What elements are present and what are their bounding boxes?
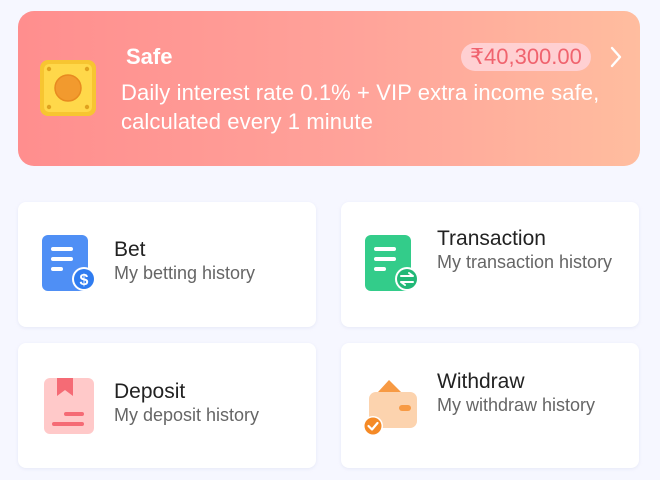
safe-box-icon (40, 60, 96, 116)
withdraw-history-tile[interactable]: Withdraw My withdraw history (341, 343, 639, 468)
bet-history-tile[interactable]: $ Bet My betting history (18, 202, 316, 327)
withdraw-title: Withdraw (437, 370, 525, 393)
deposit-history-tile[interactable]: Deposit My deposit history (18, 343, 316, 468)
deposit-subtitle: My deposit history (114, 405, 260, 425)
account-history-panel: Safe ₹40,300.00 Daily interest rate 0.1%… (0, 0, 660, 480)
deposit-history-icon (44, 378, 94, 434)
safe-balance: ₹40,300.00 (461, 43, 591, 71)
deposit-tile-text: Deposit My deposit history (114, 380, 304, 426)
safe-description: Daily interest rate 0.1% + VIP extra inc… (121, 80, 600, 134)
transaction-tile-text: Transaction My transaction history (437, 227, 627, 273)
svg-text:$: $ (80, 272, 89, 289)
withdraw-subtitle: My withdraw history (437, 395, 596, 415)
transaction-history-icon (365, 235, 419, 291)
chevron-right-icon[interactable] (609, 46, 623, 68)
bet-title: Bet (114, 238, 146, 261)
bet-history-icon: $ (42, 235, 96, 291)
bet-subtitle: My betting history (114, 263, 256, 283)
transaction-subtitle: My transaction history (437, 252, 613, 272)
safe-title: Safe (126, 44, 173, 69)
transaction-title: Transaction (437, 227, 546, 250)
bet-tile-text: Bet My betting history (114, 238, 304, 284)
transaction-history-tile[interactable]: Transaction My transaction history (341, 202, 639, 327)
deposit-title: Deposit (114, 380, 186, 403)
withdraw-history-icon (363, 380, 417, 436)
withdraw-tile-text: Withdraw My withdraw history (437, 370, 627, 416)
safe-card[interactable]: Safe ₹40,300.00 Daily interest rate 0.1%… (18, 11, 640, 166)
